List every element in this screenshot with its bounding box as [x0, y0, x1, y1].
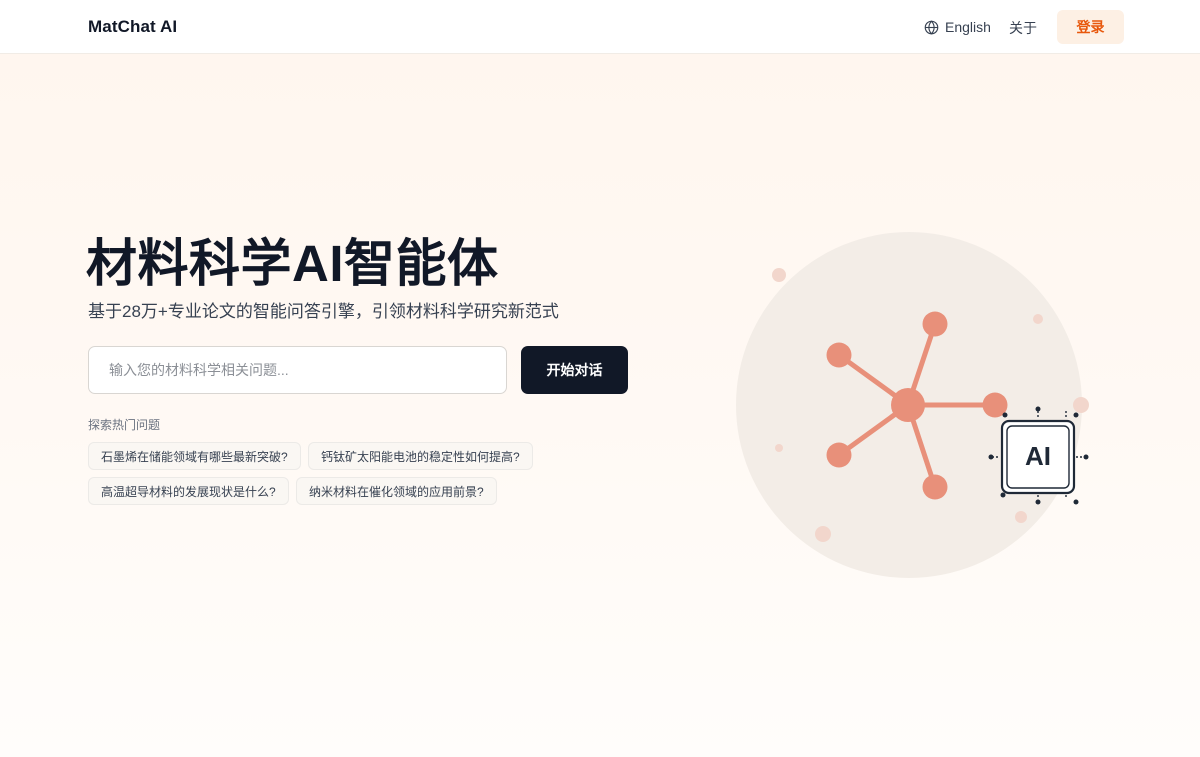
- hero-illustration: AI: [736, 232, 1089, 578]
- language-label: English: [945, 19, 991, 35]
- brand-logo[interactable]: MatChat AI: [88, 17, 177, 37]
- question-input[interactable]: [88, 346, 507, 394]
- page-subtitle: 基于28万+专业论文的智能问答引擎，引领材料科学研究新范式: [88, 302, 559, 321]
- start-chat-button[interactable]: 开始对话: [521, 346, 628, 394]
- about-link[interactable]: 关于: [1009, 18, 1037, 38]
- explore-label: 探索热门问题: [88, 418, 161, 432]
- suggested-question[interactable]: 石墨烯在储能领域有哪些最新突破?: [88, 442, 301, 470]
- globe-icon: [924, 19, 939, 35]
- suggested-question[interactable]: 高温超导材料的发展现状是什么?: [88, 477, 289, 505]
- suggested-question[interactable]: 纳米材料在催化领域的应用前景?: [296, 477, 497, 505]
- login-button[interactable]: 登录: [1057, 10, 1124, 44]
- ai-chip-label: AI: [1025, 441, 1051, 471]
- language-switch[interactable]: English: [924, 18, 991, 36]
- page-title: 材料科学AI智能体: [86, 235, 499, 292]
- suggested-question[interactable]: 钙钛矿太阳能电池的稳定性如何提高?: [308, 442, 533, 470]
- top-nav-bar: MatChat AI English 关于 登录: [0, 0, 1200, 54]
